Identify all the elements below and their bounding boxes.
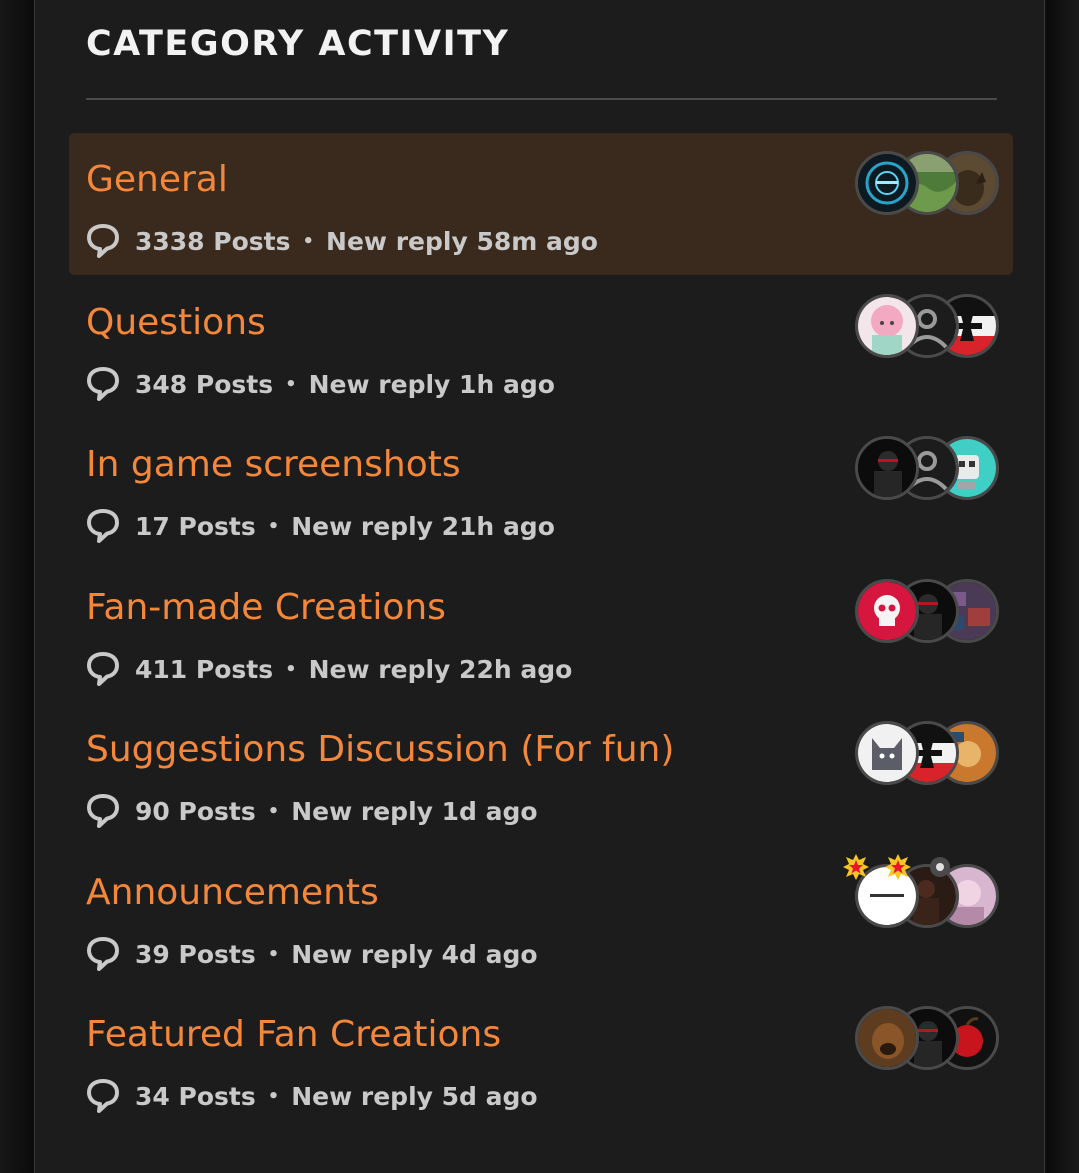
category-title-link[interactable]: Announcements [86,872,379,913]
last-reply-time[interactable]: New reply 21h ago [291,512,555,541]
user-avatar-red-skull[interactable] [855,579,919,643]
star-badge-icon [841,852,871,882]
last-reply-time[interactable]: New reply 1h ago [309,370,555,399]
separator-dot: • [302,230,315,252]
category-row[interactable]: Suggestions Discussion (For fun) 90 Posts… [69,703,1013,845]
last-reply-time[interactable]: New reply 58m ago [326,227,598,256]
last-reply-time[interactable]: New reply 5d ago [291,1082,537,1111]
gear-badge-icon [925,852,955,882]
category-meta: 39 Posts • New reply 4d ago [86,934,538,974]
post-count: 90 Posts [135,796,256,826]
post-count: 39 Posts [135,939,256,969]
last-reply-time[interactable]: New reply 1d ago [291,797,537,826]
last-reply-time[interactable]: New reply 22h ago [309,655,573,684]
user-avatar-blue-tech[interactable] [855,151,919,215]
user-avatar-brown-dog[interactable] [855,1006,919,1070]
speech-bubble-icon [86,1078,120,1114]
speech-bubble-icon [86,366,120,402]
title-divider [86,98,997,100]
category-row[interactable]: Questions 348 Posts • New reply 1h ago [69,276,1013,418]
category-row[interactable]: In game screenshots 17 Posts • New reply 21… [69,418,1013,560]
speech-bubble-icon [86,223,120,259]
user-avatar-dark-figure[interactable] [855,436,919,500]
page-background-right [1047,0,1079,1173]
category-title-link[interactable]: Fan-made Creations [86,587,446,628]
star-badge-icon [883,852,913,882]
category-title-link[interactable]: Questions [86,302,266,343]
category-title-link[interactable]: General [86,159,228,200]
post-count: 17 Posts [135,511,256,541]
category-meta: 34 Posts • New reply 5d ago [86,1076,538,1116]
category-title-link[interactable]: Featured Fan Creations [86,1014,501,1055]
category-meta: 3338 Posts • New reply 58m ago [86,221,598,261]
separator-dot: • [285,658,297,680]
recent-poster-avatars [855,151,999,215]
post-count: 411 Posts [135,654,274,684]
page-background-left [0,0,34,1173]
recent-poster-avatars [843,854,999,928]
category-row[interactable]: Featured Fan Creations 34 Posts • New reply… [69,988,1013,1130]
category-meta: 17 Posts • New reply 21h ago [86,506,555,546]
speech-bubble-icon [86,508,120,544]
category-meta: 411 Posts • New reply 22h ago [86,649,572,689]
post-count: 3338 Posts [135,226,291,256]
last-reply-time[interactable]: New reply 4d ago [291,940,537,969]
recent-poster-avatars [855,1006,999,1070]
category-meta: 90 Posts • New reply 1d ago [86,791,538,831]
separator-dot: • [267,1085,280,1107]
post-count: 348 Posts [135,369,274,399]
user-avatar-pink-anime[interactable] [855,294,919,358]
category-title-link[interactable]: In game screenshots [86,444,461,485]
separator-dot: • [285,373,297,395]
recent-poster-avatars [855,579,999,643]
separator-dot: • [267,943,280,965]
category-row[interactable]: General 3338 Posts • New reply 58m ago [69,133,1013,275]
category-row[interactable]: Fan-made Creations 411 Posts • New reply 22… [69,561,1013,703]
speech-bubble-icon [86,651,120,687]
speech-bubble-icon [86,936,120,972]
recent-poster-avatars [855,294,999,358]
category-meta: 348 Posts • New reply 1h ago [86,364,555,404]
separator-dot: • [267,800,280,822]
category-activity-panel: CATEGORY ACTIVITY General 3338 Posts • New … [34,0,1045,1173]
recent-poster-avatars [855,436,999,500]
speech-bubble-icon [86,793,120,829]
category-title-link[interactable]: Suggestions Discussion (For fun) [86,729,674,770]
category-row[interactable]: Announcements 39 Posts • New reply 4d ago [69,846,1013,988]
post-count: 34 Posts [135,1081,256,1111]
user-avatar-gray-cat[interactable] [855,721,919,785]
separator-dot: • [267,515,280,537]
panel-title: CATEGORY ACTIVITY [86,24,510,64]
recent-poster-avatars [855,721,999,785]
